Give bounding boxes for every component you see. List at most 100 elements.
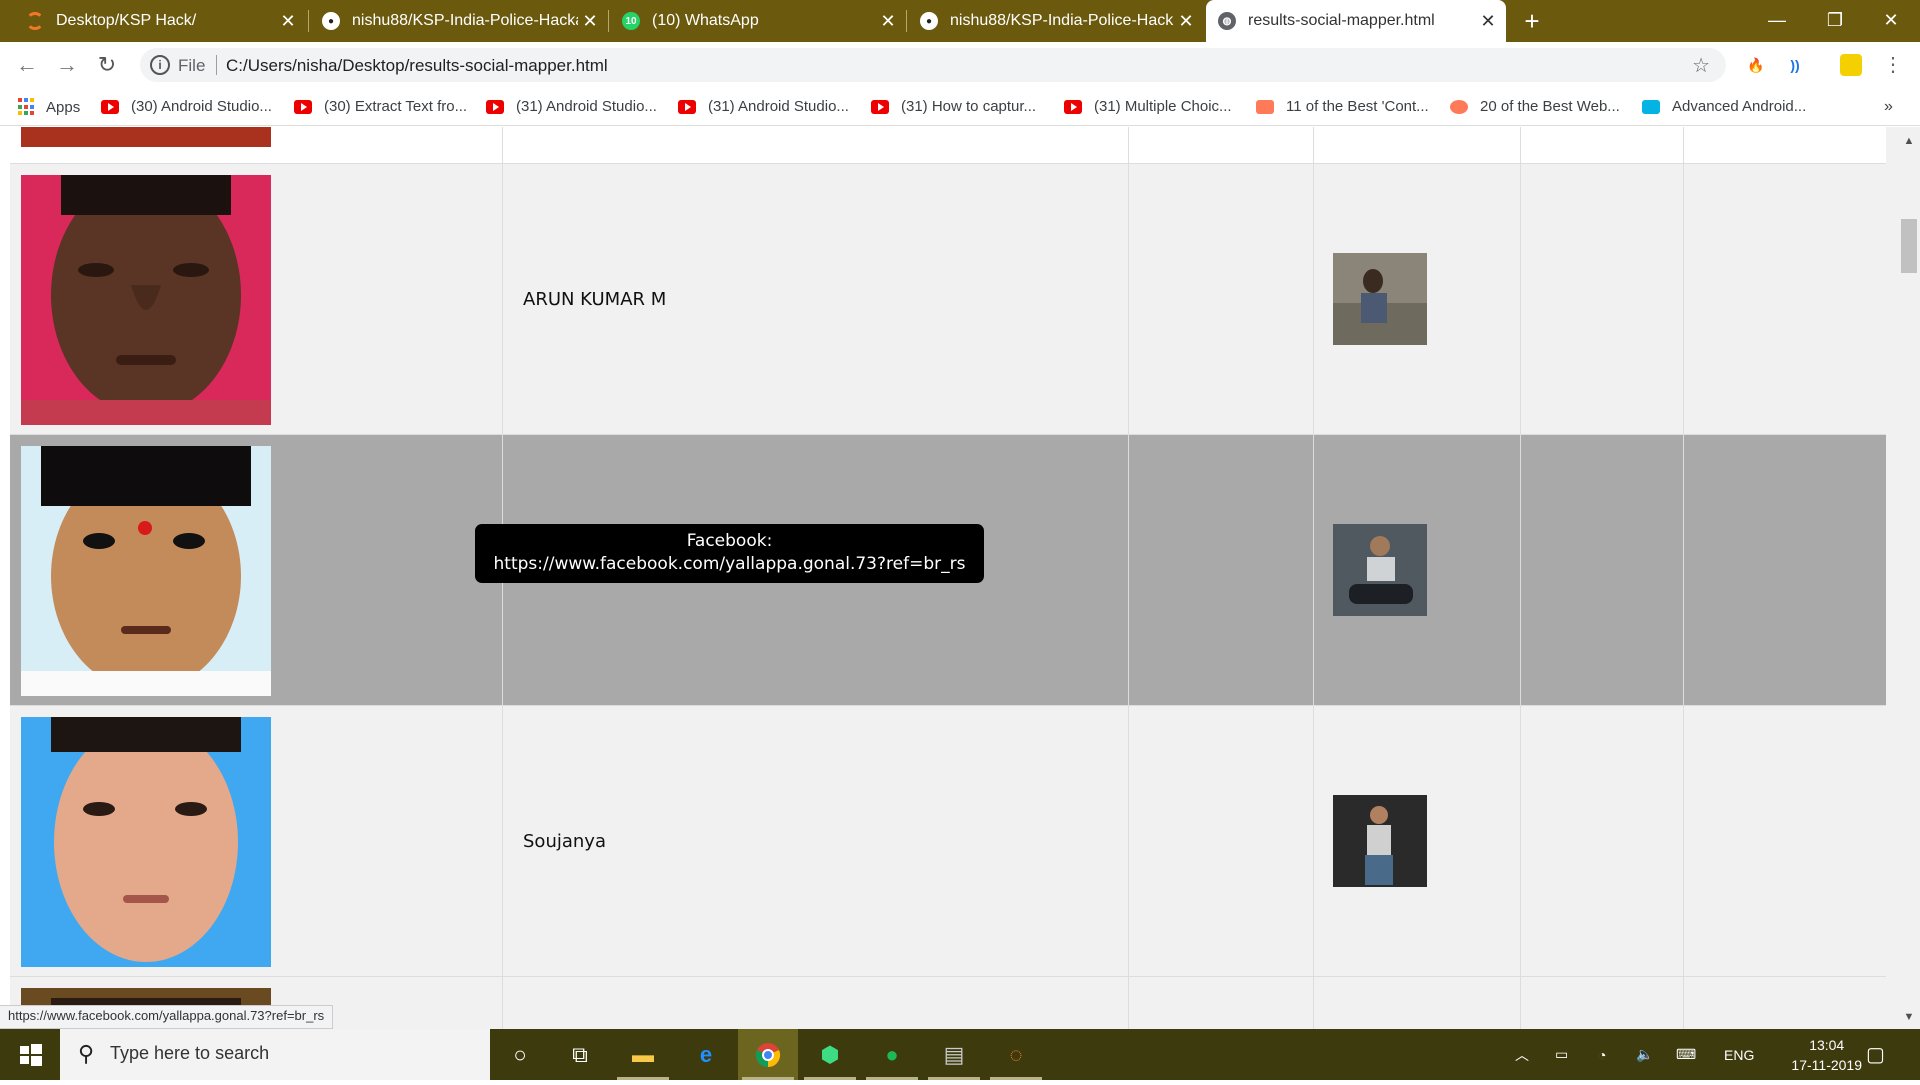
reload-icon[interactable]: ↻ — [92, 50, 122, 80]
bookmark-item[interactable]: 20 of the Best Web... — [1450, 98, 1620, 115]
new-tab-button[interactable]: + — [1516, 6, 1548, 38]
close-icon[interactable]: ✕ — [876, 11, 900, 32]
extension-audio-icon[interactable]: )) — [1784, 54, 1806, 76]
edge-icon[interactable]: e — [676, 1029, 736, 1080]
forward-arrow-icon[interactable]: → — [52, 50, 82, 80]
show-hidden-icons-icon[interactable]: ︿ — [1515, 1029, 1529, 1080]
address-bar[interactable]: i File C:/Users/nisha/Desktop/results-so… — [140, 48, 1726, 82]
tab-github-2[interactable]: ● nishu88/KSP-India-Police-Hackat ✕ — [908, 0, 1204, 42]
cortana-icon[interactable]: ○ — [490, 1029, 550, 1080]
volume-icon[interactable]: 🔈 — [1636, 1029, 1653, 1080]
scroll-up-arrow-icon[interactable]: ▲ — [1900, 135, 1918, 147]
tooltip-title: Facebook: — [686, 531, 773, 551]
github-icon: ● — [920, 12, 938, 30]
chrome-icon[interactable] — [738, 1029, 798, 1080]
bookmark-label: (30) Extract Text fro... — [324, 98, 468, 115]
extension-flame-icon[interactable]: 🔥 — [1745, 54, 1767, 76]
battery-icon[interactable]: ▭ — [1555, 1029, 1568, 1080]
taskbar-search[interactable]: ⚲ Type here to search — [60, 1029, 490, 1080]
youtube-icon — [294, 99, 312, 114]
person-name: Soujanya — [523, 831, 606, 852]
column-divider — [1128, 127, 1129, 1029]
tab-github-1[interactable]: ● nishu88/KSP-India-Police-Hackat ✕ — [310, 0, 608, 42]
person-photo — [21, 446, 271, 696]
close-icon[interactable]: ✕ — [1174, 11, 1198, 32]
notifications-icon[interactable]: ▢ — [1866, 1029, 1885, 1080]
bookmark-label: 20 of the Best Web... — [1480, 98, 1620, 115]
table-row: Soujanya — [10, 706, 1886, 977]
bookmark-label: (31) Multiple Choic... — [1094, 98, 1232, 115]
star-icon[interactable]: ☆ — [1692, 53, 1710, 78]
social-profile-thumbnail[interactable] — [1333, 524, 1427, 616]
printer-app-icon[interactable]: ▤ — [924, 1029, 984, 1080]
tab-results-social-mapper[interactable]: ◍ results-social-mapper.html ✕ — [1206, 0, 1506, 42]
social-profile-thumbnail[interactable] — [1333, 253, 1427, 345]
bookmark-apps[interactable]: Apps — [18, 98, 80, 116]
system-clock[interactable]: 13:04 17-11-2019 — [1791, 1035, 1862, 1075]
tab-desktop-ksp-hack[interactable]: Desktop/KSP Hack/ ✕ — [14, 0, 306, 42]
search-icon: ⚲ — [78, 1041, 95, 1066]
language-indicator[interactable]: ENG — [1724, 1029, 1754, 1080]
results-table: ARUN KUMAR M Soujanya Facebook: https://… — [0, 127, 1886, 1029]
scroll-down-arrow-icon[interactable]: ▼ — [1900, 1011, 1918, 1023]
close-icon[interactable]: ✕ — [578, 11, 602, 32]
social-profile-thumbnail[interactable] — [1333, 795, 1427, 887]
close-icon[interactable]: ✕ — [1476, 11, 1500, 32]
tab-title: nishu88/KSP-India-Police-Hackat — [352, 12, 578, 29]
tab-separator — [608, 10, 609, 32]
tab-title: Desktop/KSP Hack/ — [56, 12, 197, 29]
person-photo — [21, 175, 271, 425]
restore-icon[interactable]: ❐ — [1806, 0, 1864, 42]
tab-title: (10) WhatsApp — [652, 12, 759, 29]
bookmark-item[interactable]: Advanced Android... — [1642, 98, 1806, 115]
bookmark-item[interactable]: (30) Android Studio... — [101, 98, 272, 115]
youtube-icon — [678, 99, 696, 114]
task-view-icon[interactable]: ⧉ — [550, 1029, 610, 1080]
tab-whatsapp[interactable]: 10 (10) WhatsApp ✕ — [610, 0, 906, 42]
extension-notes-icon[interactable] — [1840, 54, 1862, 76]
bookmark-label: (31) How to captur... — [901, 98, 1037, 115]
scrollbar-thumb[interactable] — [1901, 219, 1917, 273]
spotify-icon[interactable]: ● — [862, 1029, 922, 1080]
wifi-icon[interactable]: ◔ — [1598, 1029, 1606, 1080]
link-tooltip: Facebook: https://www.facebook.com/yalla… — [475, 524, 984, 583]
youtube-icon — [871, 99, 889, 114]
bookmark-item[interactable]: (31) Android Studio... — [486, 98, 657, 115]
menu-icon[interactable]: ⋮ — [1882, 54, 1904, 76]
tooltip-url: https://www.facebook.com/yallappa.gonal.… — [493, 554, 966, 574]
keyboard-icon[interactable]: ⌨ — [1676, 1029, 1696, 1080]
file-explorer-icon[interactable]: ▬ — [613, 1029, 673, 1080]
minimize-icon[interactable]: — — [1748, 0, 1806, 42]
whatsapp-icon: 10 — [622, 12, 640, 30]
address-url[interactable]: C:/Users/nisha/Desktop/results-social-ma… — [226, 56, 608, 76]
youtube-icon — [486, 99, 504, 114]
person-name: ARUN KUMAR M — [523, 289, 667, 310]
bookmark-item[interactable]: (30) Extract Text fro... — [294, 98, 467, 115]
bookmark-item[interactable]: (31) How to captur... — [871, 98, 1036, 115]
bookmark-label: (30) Android Studio... — [131, 98, 272, 115]
android-studio-icon[interactable]: ⬢ — [800, 1029, 860, 1080]
search-placeholder: Type here to search — [110, 1043, 270, 1063]
close-icon[interactable]: ✕ — [276, 11, 300, 32]
globe-icon: ◍ — [1218, 12, 1236, 30]
tab-title: nishu88/KSP-India-Police-Hackat — [950, 12, 1174, 29]
column-divider — [1313, 127, 1314, 1029]
browser-toolbar: ← → ↻ i File C:/Users/nisha/Desktop/resu… — [0, 42, 1920, 88]
jupyter-icon[interactable]: ◌ — [986, 1029, 1046, 1080]
bookmark-label: (31) Android Studio... — [516, 98, 657, 115]
back-arrow-icon[interactable]: ← — [12, 50, 42, 80]
bookmark-item[interactable]: 11 of the Best 'Cont... — [1256, 98, 1429, 115]
bookmarks-overflow-button[interactable]: » — [1884, 98, 1893, 116]
tab-strip: Desktop/KSP Hack/ ✕ ● nishu88/KSP-India-… — [0, 0, 1920, 42]
bookmark-label: Advanced Android... — [1672, 98, 1807, 115]
status-bar-url: https://www.facebook.com/yallappa.gonal.… — [0, 1005, 334, 1029]
vertical-scrollbar[interactable]: ▲ ▼ — [1886, 127, 1920, 1029]
info-icon[interactable]: i — [150, 55, 170, 75]
person-photo — [21, 717, 271, 967]
start-button[interactable] — [0, 1029, 60, 1080]
clock-time: 13:04 — [1809, 1037, 1845, 1053]
bookmark-item[interactable]: (31) Android Studio... — [678, 98, 849, 115]
clock-date: 17-11-2019 — [1791, 1057, 1862, 1073]
bookmark-item[interactable]: (31) Multiple Choic... — [1064, 98, 1232, 115]
close-window-icon[interactable]: ✕ — [1862, 0, 1920, 42]
